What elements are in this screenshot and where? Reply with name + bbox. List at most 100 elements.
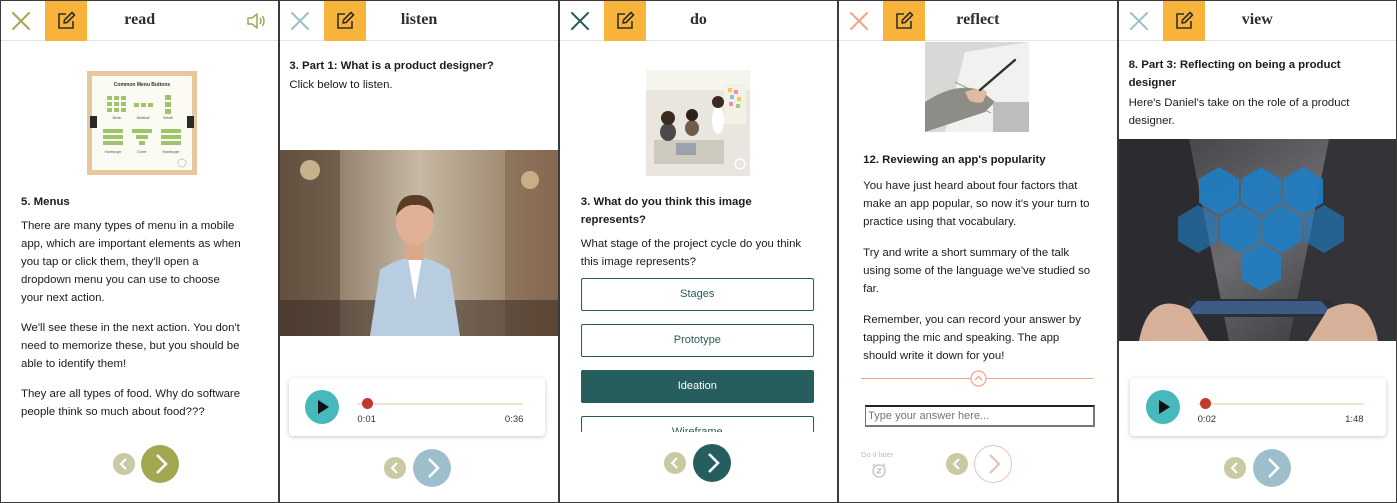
section-heading: 12. Reviewing an app's popularity [863,154,1046,166]
designer-photo [280,150,558,336]
paragraph-line: dropdown menu you can use to choose [21,274,220,286]
paragraph-line: people think so much about food??? [21,406,205,418]
pencil-square-icon [58,11,76,29]
listen-panel: listen 3. Part 1: What is a product desi… [279,0,559,503]
chevron-left-icon [390,462,399,474]
meeting-photo [645,70,750,176]
time-total: 0:36 [504,414,524,425]
option-prototype[interactable]: Prototype [580,324,814,357]
time-total: 1:48 [1345,414,1364,425]
close-icon[interactable] [9,9,33,33]
chevron-right-icon [428,458,441,478]
edit-button[interactable] [324,1,367,41]
prompt-line: this image represents? [580,256,697,268]
speaker-icon[interactable] [246,12,266,30]
pencil-square-icon [896,11,914,29]
paragraph-line: using some of the language we've studied… [863,265,1091,277]
paragraph-line: tapping the mic and speaking. The app [863,332,1060,344]
tablet-hands-photo [1118,139,1396,341]
do-panel: do 3. What do you think this image repre… [558,0,839,503]
paragraph-line: They are all types of food. Why do softw… [21,388,241,400]
chevron-left-icon [670,457,678,469]
play-button[interactable] [1145,390,1180,424]
section-heading: 5. Menus [21,196,70,208]
next-button[interactable] [692,444,731,482]
video-player-controls: 0:02 1:48 [1129,378,1386,436]
read-panel: read Common Menu Buttons Bento Meatball [0,0,280,503]
chevron-left-icon [1230,462,1238,474]
progress-knob[interactable] [361,398,373,409]
paragraph-line: There are many types of menu in a mobile [21,220,235,232]
image-label: Bento [113,116,122,120]
section-heading: 8. Part 3: Reflecting on being a product [1128,59,1341,71]
image-label: Hamburger [105,150,123,154]
prev-button[interactable] [1223,457,1246,479]
paragraph-line: You have just heard about four factors t… [863,180,1078,192]
reflect-panel: reflect 12. Reviewing an app's popularit… [838,0,1118,503]
edit-button[interactable] [883,1,926,41]
time-elapsed: 0:01 [357,414,376,425]
panel-title: view [1241,11,1273,28]
option-wireframe[interactable]: Wireframe [580,416,814,432]
play-button[interactable] [305,390,340,424]
top-bar: listen [280,1,558,41]
close-icon[interactable] [288,9,312,33]
edit-button[interactable] [603,1,646,41]
paragraph-line: practice using that vocabulary. [863,216,1017,228]
panel-title: reflect [956,11,1000,28]
close-icon[interactable] [568,9,592,33]
pencil-square-icon [616,11,635,29]
paragraph-line: make an app popular, so now it's your tu… [863,198,1090,210]
paragraph-line: We'll see these in the next action. You … [21,322,240,334]
paragraph-line: your next action. [21,292,105,304]
description-line: Here's Daniel's take on the role of a pr… [1128,97,1350,109]
top-bar: read [1,1,279,41]
next-button[interactable] [413,449,452,487]
section-heading: designer [1128,77,1177,89]
chevron-up-circle-icon[interactable] [970,370,987,387]
top-bar: do [559,1,838,41]
edit-button[interactable] [45,1,87,41]
paragraph-line: Try and write a short summary of the tal… [863,247,1070,259]
option-ideation[interactable]: Ideation [580,370,814,403]
paragraph-line: app, which are important elements as whe… [21,238,241,250]
close-icon[interactable] [847,9,871,33]
play-icon [318,400,330,414]
chevron-left-icon [952,458,960,470]
options-scroll-clip: Wireframe [560,416,837,432]
edit-button[interactable] [1162,1,1205,41]
panel-title: listen [400,11,438,28]
next-button[interactable] [141,445,179,483]
next-button[interactable] [974,445,1013,483]
chevron-left-icon [119,458,127,470]
question-line: represents? [580,214,646,226]
prompt-line: What stage of the project cycle do you t… [580,238,802,250]
audio-player: 0:01 0:36 [289,378,546,436]
chevron-right-icon [1267,458,1280,478]
image-label: Doner [137,150,147,154]
option-stages[interactable]: Stages [580,278,814,311]
prev-button[interactable] [113,453,135,475]
prev-button[interactable] [946,453,969,475]
progress-knob[interactable] [1200,398,1212,409]
view-panel: view 8. Part 3: Reflecting on being a pr… [1117,0,1397,503]
menu-buttons-image: Common Menu Buttons Bento Meatball Kebab… [87,71,197,175]
pencil-square-icon [337,11,355,29]
prev-button[interactable] [663,452,686,474]
close-icon[interactable] [1127,9,1151,33]
paragraph-line: you tap or click them, they'll open a [21,256,199,268]
progress-track[interactable] [1197,403,1364,405]
panel-title: read [124,11,156,28]
alarm-clock-icon[interactable] [870,461,888,479]
paragraph-line: Remember, you can record your answer by [863,314,1081,326]
next-button[interactable] [1252,449,1291,487]
prev-button[interactable] [384,457,407,479]
image-label: Hamburger [163,150,181,154]
time-elapsed: 0:02 [1197,414,1217,425]
top-bar: reflect [839,1,1117,41]
image-label: Meatball [137,116,150,120]
image-title: Common Menu Buttons [114,82,171,88]
progress-track[interactable] [357,403,524,405]
paragraph-line: able to identify them! [21,358,127,370]
answer-input[interactable] [865,405,1096,427]
